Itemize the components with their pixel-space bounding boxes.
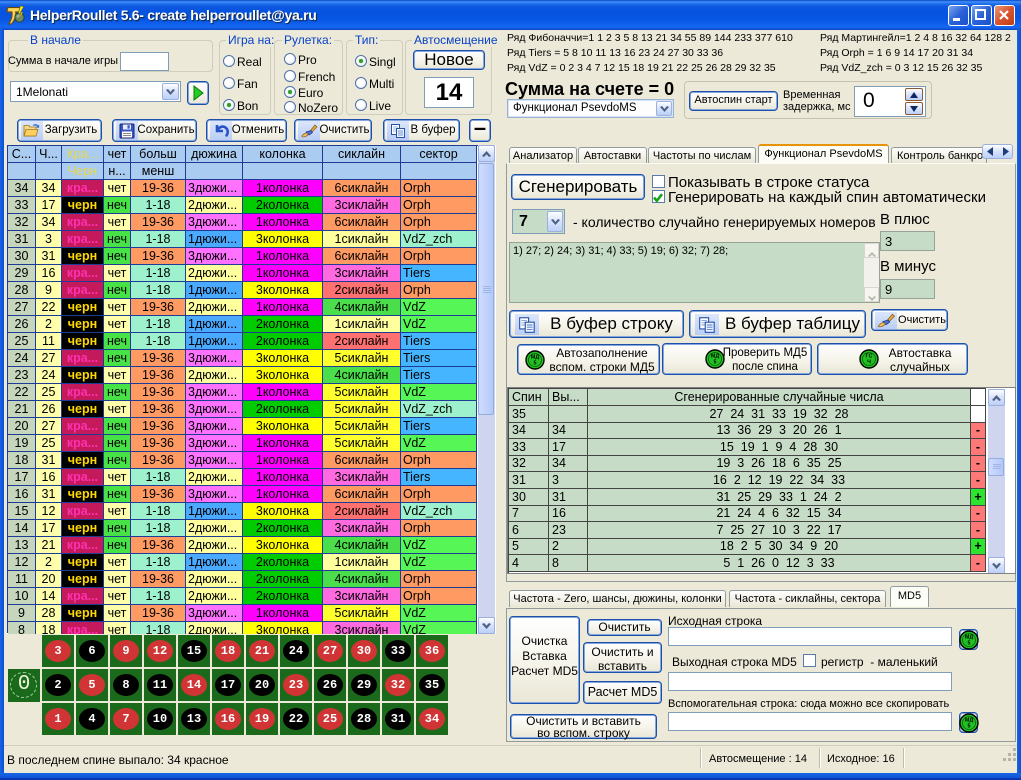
svg-text:5: 5 [534, 360, 537, 366]
svg-text:5: 5 [968, 640, 971, 646]
svg-text:Ч: Ч [867, 359, 871, 365]
svg-text:5: 5 [714, 359, 717, 365]
svg-text:5: 5 [968, 723, 971, 729]
